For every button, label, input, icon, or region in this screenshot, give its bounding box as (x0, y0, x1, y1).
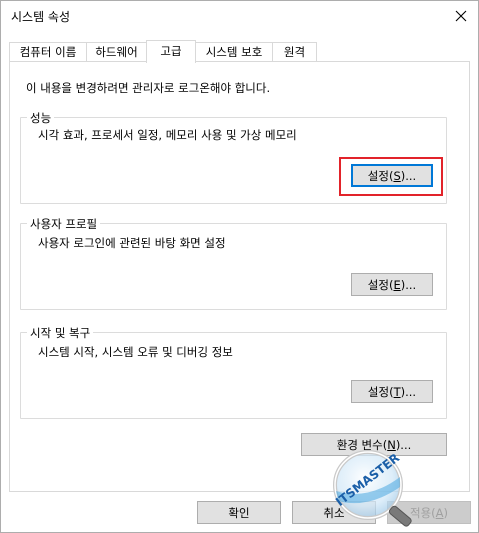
close-icon (455, 10, 467, 22)
tab-label: 시스템 보호 (205, 45, 263, 59)
admin-notice: 이 내용을 변경하려면 관리자로 로그온해야 합니다. (26, 81, 271, 95)
tab-advanced[interactable]: 고급 (146, 40, 196, 63)
close-button[interactable] (448, 3, 474, 29)
group-user-profile: 사용자 프로필 사용자 로그인에 관련된 바탕 화면 설정 (20, 216, 447, 310)
group-title: 성능 (27, 110, 55, 126)
tab-label: 고급 (160, 44, 182, 58)
highlight-annotation (339, 157, 443, 196)
ok-button[interactable]: 확인 (197, 501, 281, 524)
tab-remote[interactable]: 원격 (272, 42, 317, 62)
group-description: 시스템 시작, 시스템 오류 및 디버깅 정보 (38, 345, 233, 359)
itsmaster-watermark-logo: ITSMASTER (333, 450, 412, 527)
group-description: 시각 효과, 프로세서 일정, 메모리 사용 및 가상 메모리 (38, 128, 297, 142)
user-profile-settings-button[interactable]: 설정(E)... (351, 273, 433, 296)
tab-label: 원격 (283, 45, 306, 59)
tab-system-protection[interactable]: 시스템 보호 (195, 42, 273, 62)
window-title: 시스템 속성 (11, 10, 71, 24)
tab-label: 컴퓨터 이름 (19, 45, 77, 59)
group-description: 사용자 로그인에 관련된 바탕 화면 설정 (38, 236, 226, 250)
title-bar: 시스템 속성 (1, 1, 478, 32)
startup-recovery-settings-button[interactable]: 설정(T)... (351, 380, 433, 403)
tab-computer-name[interactable]: 컴퓨터 이름 (9, 42, 87, 62)
tab-hardware[interactable]: 하드웨어 (86, 42, 147, 62)
tab-bar: 컴퓨터 이름 하드웨어 고급 시스템 보호 원격 (9, 40, 469, 63)
system-properties-dialog: 시스템 속성 컴퓨터 이름 하드웨어 고급 시스템 보호 원격 이 내용을 변경… (0, 0, 479, 533)
group-title: 사용자 프로필 (27, 216, 101, 232)
group-startup-recovery: 시작 및 복구 시스템 시작, 시스템 오류 및 디버깅 정보 (20, 325, 447, 419)
group-title: 시작 및 복구 (27, 325, 94, 341)
tab-label: 하드웨어 (95, 45, 138, 59)
